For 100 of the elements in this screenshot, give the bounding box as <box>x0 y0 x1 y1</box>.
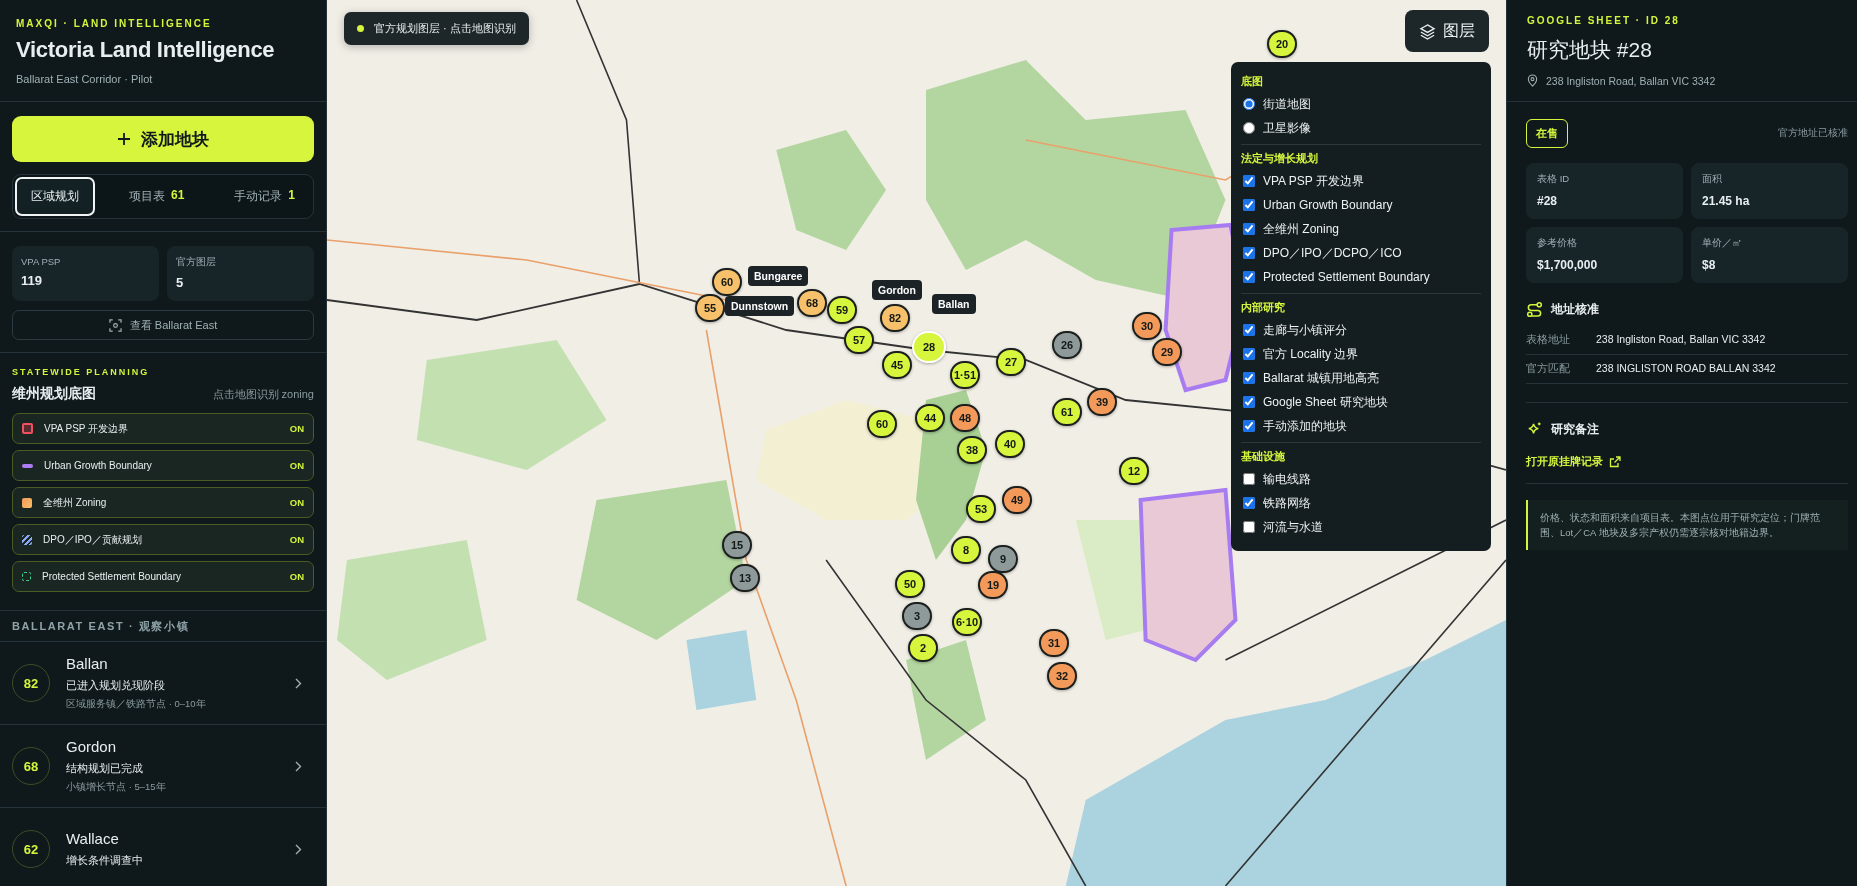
menu-section-title: 底图 <box>1241 74 1264 89</box>
option-label: Google Sheet 研究地块 <box>1263 393 1388 411</box>
checkbox[interactable] <box>1243 420 1255 432</box>
option-label: 街道地图 <box>1263 95 1311 113</box>
option-label: Protected Settlement Boundary <box>1263 270 1430 284</box>
town-map-label: Dunnstown <box>725 296 795 316</box>
layer-toggle[interactable]: Protected Settlement Boundary ON <box>12 561 314 592</box>
add-parcel-button[interactable]: 添加地块 <box>12 116 314 162</box>
chevron-icon <box>295 677 302 689</box>
option-label: 官方 Locality 边界 <box>1263 345 1359 363</box>
town-meta: 小镇增长节点 · 5–15年 <box>66 781 167 794</box>
checkbox[interactable] <box>1243 247 1255 259</box>
field-label: 官方匹配 <box>1526 362 1571 376</box>
town-status: 增长条件调查中 <box>66 853 144 868</box>
option-label: 输电线路 <box>1263 470 1311 488</box>
tab[interactable]: 区域规划 <box>15 177 95 216</box>
checkbox[interactable] <box>1243 324 1255 336</box>
town-name: Wallace <box>66 830 120 847</box>
tab[interactable]: 手动记录 1 <box>218 177 311 216</box>
section-eyebrow: STATEWIDE PLANNING <box>12 367 151 377</box>
route-icon <box>1526 301 1543 318</box>
town-name: Gordon <box>66 738 118 755</box>
option-label: 走廊与小镇评分 <box>1263 321 1347 339</box>
option-label: 河流与水道 <box>1263 518 1323 536</box>
fact-value: $8 <box>1702 258 1717 272</box>
town-map-label: Bungaree <box>748 266 809 286</box>
checkbox[interactable] <box>1243 372 1255 384</box>
town-status: 结构规划已完成 <box>66 761 144 776</box>
fact-label: 表格 ID <box>1537 173 1571 186</box>
brand-eyebrow: MAXQI · LAND INTELLIGENCE <box>16 18 213 29</box>
option-label: DPO／IPO／DCPO／ICO <box>1263 244 1402 262</box>
stat-value: 5 <box>176 275 185 290</box>
checkbox[interactable] <box>1243 348 1255 360</box>
checkbox[interactable] <box>1243 396 1255 408</box>
fact-value: $1,700,000 <box>1537 258 1599 272</box>
fact-value: 21.45 ha <box>1702 194 1751 208</box>
checkbox[interactable] <box>1243 473 1255 485</box>
view-area-button[interactable]: 查看 Ballarat East <box>12 310 314 340</box>
parcel-address: 238 Ingliston Road, Ballan VIC 3342 <box>1546 74 1716 87</box>
checkbox[interactable] <box>1243 175 1255 187</box>
status-badge: 在售 <box>1526 119 1568 148</box>
external-link-icon <box>1609 455 1621 468</box>
checkbox[interactable] <box>1243 271 1255 283</box>
hatch-swatch-icon <box>22 534 32 545</box>
layer-toggle[interactable]: DPO／IPO／贡献规划 ON <box>12 524 314 555</box>
app-title: Victoria Land Intelligence <box>16 37 276 63</box>
parcel-title: 研究地块 #28 <box>1527 37 1653 63</box>
section-hint: 点击地图识别 zoning <box>212 387 314 402</box>
tab[interactable]: 项目表 61 <box>112 177 201 216</box>
layers-icon <box>1419 22 1436 40</box>
menu-section-title: 内部研究 <box>1241 300 1286 315</box>
option-label: 卫星影像 <box>1263 119 1311 137</box>
layer-toggle[interactable]: Urban Growth Boundary ON <box>12 450 314 481</box>
option-label: 铁路网络 <box>1263 494 1311 512</box>
option-label: Ballarat 城镇用地高亮 <box>1263 369 1380 387</box>
option-label: 手动添加的地块 <box>1263 417 1347 435</box>
location-pin-icon <box>1527 74 1538 87</box>
verified-note: 官方地址已核准 <box>1778 127 1848 140</box>
town-item[interactable]: 62 Wallace 增长条件调查中 <box>0 808 326 886</box>
stat-label: 官方图层 <box>176 256 217 269</box>
stat-value: 119 <box>21 273 43 288</box>
town-name: Ballan <box>66 655 109 672</box>
source-eyebrow: GOOGLE SHEET · ID 28 <box>1527 15 1681 26</box>
radio-button[interactable] <box>1243 122 1255 134</box>
checkbox[interactable] <box>1243 223 1255 235</box>
checkbox[interactable] <box>1243 521 1255 533</box>
section-title: 研究备注 <box>1551 421 1599 438</box>
dashed-swatch-icon <box>22 572 31 581</box>
option-label: 全维州 Zoning <box>1263 220 1340 238</box>
section-eyebrow: BALLARAT EAST · 观察小镇 <box>0 611 326 642</box>
radio-button[interactable] <box>1243 98 1255 110</box>
focus-icon <box>108 318 122 332</box>
town-map-label: Gordon <box>872 280 922 300</box>
boundary-swatch-icon <box>22 423 33 434</box>
checkbox[interactable] <box>1243 199 1255 211</box>
option-label: VPA PSP 开发边界 <box>1263 172 1364 190</box>
fact-value: #28 <box>1537 194 1559 208</box>
fact-label: 面积 <box>1702 173 1723 186</box>
layer-toggle[interactable]: 全维州 Zoning ON <box>12 487 314 518</box>
town-item[interactable]: 68 Gordon 结构规划已完成 小镇增长节点 · 5–15年 <box>0 725 326 808</box>
line-swatch-icon <box>22 463 33 468</box>
menu-section-title: 法定与增长规划 <box>1241 151 1319 166</box>
plus-icon <box>117 132 131 146</box>
layers-button[interactable]: 图层 <box>1405 10 1489 52</box>
town-item[interactable]: 82 Ballan 已进入规划兑现阶段 区域服务镇／铁路节点 · 0–10年 <box>0 642 326 725</box>
fill-swatch-icon <box>22 497 32 508</box>
town-meta: 区域服务镇／铁路节点 · 0–10年 <box>66 698 207 711</box>
chevron-icon <box>295 760 302 772</box>
app-subtitle: Ballarat East Corridor · Pilot <box>16 73 154 85</box>
menu-section-title: 基础设施 <box>1241 449 1286 464</box>
fact-label: 单价／㎡ <box>1702 237 1743 250</box>
chip-text: 官方规划图层 · 点击地图识别 <box>374 21 516 36</box>
layer-toggle[interactable]: VPA PSP 开发边界 ON <box>12 413 314 444</box>
section-title: 地址核准 <box>1551 301 1599 318</box>
status-dot-icon <box>357 25 364 32</box>
listing-link[interactable]: 打开原挂牌记录 <box>1526 454 1621 469</box>
field-value: 238 INGLISTON ROAD BALLAN 3342 <box>1596 362 1776 376</box>
field-value: 238 Ingliston Road, Ballan VIC 3342 <box>1596 333 1766 347</box>
fact-label: 参考价格 <box>1537 237 1578 250</box>
checkbox[interactable] <box>1243 497 1255 509</box>
